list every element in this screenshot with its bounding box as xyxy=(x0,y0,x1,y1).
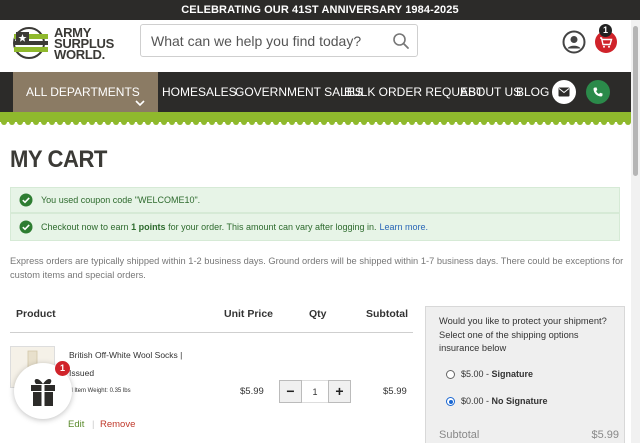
col-header-unit-price: Unit Price xyxy=(224,308,274,320)
search-box xyxy=(140,24,418,57)
search-input[interactable] xyxy=(151,32,381,49)
page-scrollbar[interactable] xyxy=(631,20,640,443)
coupon-message: You used coupon code "WELCOME10". xyxy=(41,195,201,205)
nav-sales[interactable]: SALES xyxy=(198,72,237,112)
shipping-notice: Express orders are typically shipped wit… xyxy=(10,256,624,280)
quantity-input[interactable]: 1 xyxy=(302,380,328,403)
email-icon[interactable] xyxy=(552,80,576,104)
scrollbar-thumb[interactable] xyxy=(633,26,638,176)
col-header-product: Product xyxy=(16,308,56,320)
check-circle-icon xyxy=(19,193,33,207)
signature-radio[interactable] xyxy=(446,370,455,379)
announcement-bar: CELEBRATING OUR 41ST ANNIVERSARY 1984-20… xyxy=(0,0,640,20)
col-header-qty: Qty xyxy=(309,308,327,320)
col-header-subtotal: Subtotal xyxy=(366,308,408,320)
edit-link[interactable]: Edit xyxy=(68,419,84,430)
coupon-alert: You used coupon code "WELCOME10". xyxy=(10,187,620,213)
check-circle-icon xyxy=(19,220,33,234)
all-departments-button[interactable]: ALL DEPARTMENTS xyxy=(13,72,158,112)
qty-decrease-button[interactable]: − xyxy=(279,380,302,403)
points-amount: 1 points xyxy=(131,222,166,232)
no-signature-option[interactable]: $0.00 - No Signature xyxy=(461,396,548,406)
phone-icon[interactable] xyxy=(586,80,610,104)
header: ARMY SURPLUS WORLD. 1 xyxy=(0,20,640,72)
table-divider xyxy=(10,332,413,333)
no-signature-radio[interactable] xyxy=(446,397,455,406)
main-nav: ALL DEPARTMENTS HOME SALES GOVERNMENT SA… xyxy=(0,72,640,112)
line-subtotal: $5.99 xyxy=(383,386,407,397)
nav-home[interactable]: HOME xyxy=(162,72,198,112)
qty-increase-button[interactable]: + xyxy=(328,380,351,403)
subtotal-label: Subtotal xyxy=(439,429,480,441)
site-logo[interactable]: ARMY SURPLUS WORLD. xyxy=(12,22,130,64)
learn-more-link[interactable]: Learn more. xyxy=(380,222,429,232)
shipment-protection-panel: Would you like to protect your shipment?… xyxy=(425,306,625,443)
remove-link[interactable]: Remove xyxy=(100,419,135,430)
points-message-end: for your order. This amount can vary aft… xyxy=(165,222,377,232)
unit-price: $5.99 xyxy=(240,386,264,397)
signature-option[interactable]: $5.00 - Signature xyxy=(461,369,533,379)
cart-count-badge: 1 xyxy=(599,24,612,37)
order-subtotal: Subtotal $5.99 xyxy=(439,429,619,441)
chevron-down-icon xyxy=(134,85,146,107)
link-separator: | xyxy=(92,419,95,430)
page-title: MY CART xyxy=(10,146,107,173)
nav-accent-strip xyxy=(0,112,640,125)
protection-question: Would you like to protect your shipment?… xyxy=(439,316,607,353)
points-alert: Checkout now to earn 1 points for your o… xyxy=(10,213,620,241)
product-name-link[interactable]: British Off-White Wool Socks | Issued xyxy=(69,346,199,382)
nav-blog[interactable]: BLOG xyxy=(516,72,549,112)
account-icon[interactable] xyxy=(562,30,586,54)
subtotal-value: $5.99 xyxy=(591,429,619,441)
logo-flag-icon xyxy=(12,26,50,60)
rewards-badge: 1 xyxy=(55,361,70,376)
search-icon[interactable] xyxy=(392,32,410,50)
all-departments-label: ALL DEPARTMENTS xyxy=(26,85,140,99)
points-message-start: Checkout now to earn xyxy=(41,222,132,232)
logo-line-3: WORLD. xyxy=(54,46,105,62)
nav-about-us[interactable]: ABOUT US xyxy=(460,72,521,112)
